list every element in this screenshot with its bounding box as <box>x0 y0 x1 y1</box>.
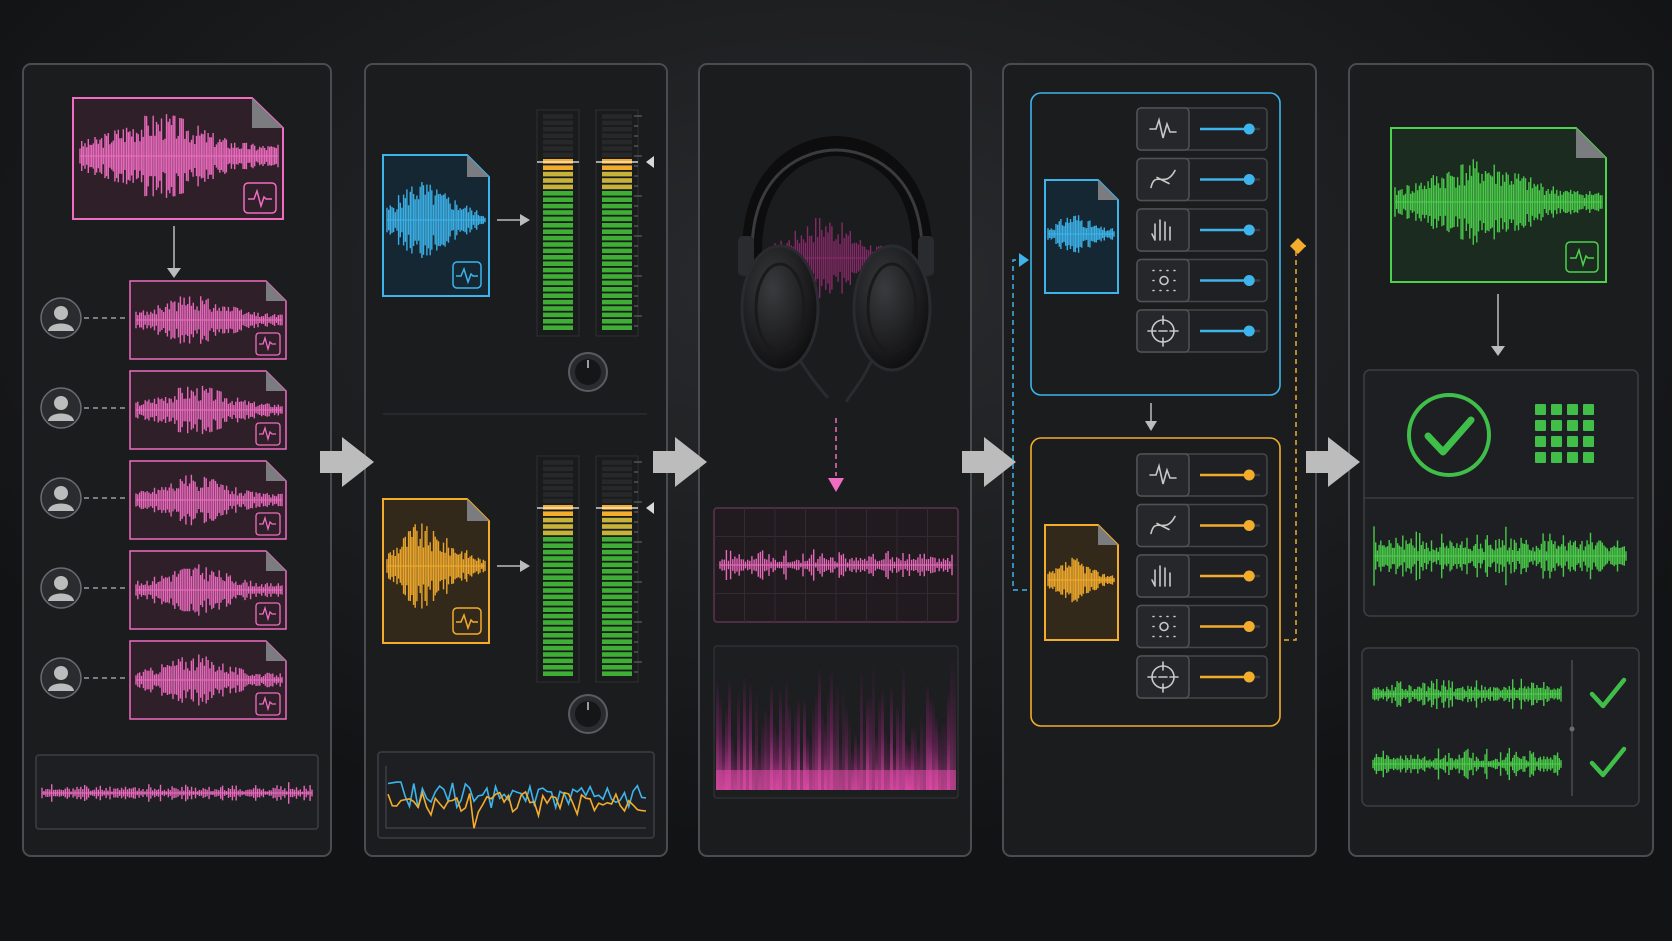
effect-row <box>1136 208 1268 252</box>
person-icon <box>40 297 82 339</box>
effect-row <box>1136 309 1268 353</box>
effect-row <box>1136 107 1268 151</box>
audio-file-icon <box>452 261 482 289</box>
amber-chain-file <box>1044 524 1119 641</box>
hand-tool-icon[interactable] <box>1136 554 1190 598</box>
audio-file-icon <box>255 692 281 716</box>
grid-dots-icon[interactable] <box>1136 604 1190 649</box>
audio-file-icon <box>255 332 281 356</box>
audio-file-icon <box>255 422 281 446</box>
speaker-audio-file <box>129 280 287 360</box>
effect-row <box>1136 453 1268 497</box>
gain-knob-icon[interactable] <box>568 352 608 392</box>
audio-file-icon <box>452 607 482 635</box>
overlay-waveform-box <box>377 751 655 839</box>
source-audio-file <box>72 97 284 220</box>
gain-knob-icon[interactable] <box>568 694 608 734</box>
waveform-icon[interactable] <box>1136 107 1190 151</box>
blue-chain-file <box>1044 179 1119 294</box>
person-icon <box>40 387 82 429</box>
level-meter-b <box>536 455 654 683</box>
curve-icon[interactable] <box>1136 157 1190 202</box>
level-meter-a <box>536 109 654 337</box>
curve-icon[interactable] <box>1136 503 1190 548</box>
effect-row <box>1136 157 1268 202</box>
audio-file-icon <box>1565 241 1599 273</box>
speaker-audio-file <box>129 550 287 630</box>
effect-row <box>1136 604 1268 649</box>
person-icon <box>40 567 82 609</box>
audio-file-icon <box>243 182 277 214</box>
effect-row <box>1136 503 1268 548</box>
channel-b-file <box>382 498 490 644</box>
person-icon <box>40 657 82 699</box>
hand-tool-icon[interactable] <box>1136 208 1190 252</box>
speaker-audio-file <box>129 640 287 720</box>
audio-file-icon <box>255 512 281 536</box>
audio-pipeline-diagram <box>0 0 1672 941</box>
verify-summary-card <box>1363 369 1639 617</box>
effect-row <box>1136 554 1268 598</box>
audio-file-icon <box>255 602 281 626</box>
waveform-icon[interactable] <box>1136 453 1190 497</box>
channel-a-file <box>382 154 490 297</box>
speaker-audio-file <box>129 460 287 540</box>
track-check-card <box>1361 647 1640 807</box>
crosshair-icon[interactable] <box>1136 655 1190 699</box>
effect-row <box>1136 258 1268 303</box>
output-audio-file <box>1390 127 1607 283</box>
grid-dots-icon[interactable] <box>1136 258 1190 303</box>
speaker-audio-file <box>129 370 287 450</box>
person-icon <box>40 477 82 519</box>
crosshair-icon[interactable] <box>1136 309 1190 353</box>
effect-row <box>1136 655 1268 699</box>
